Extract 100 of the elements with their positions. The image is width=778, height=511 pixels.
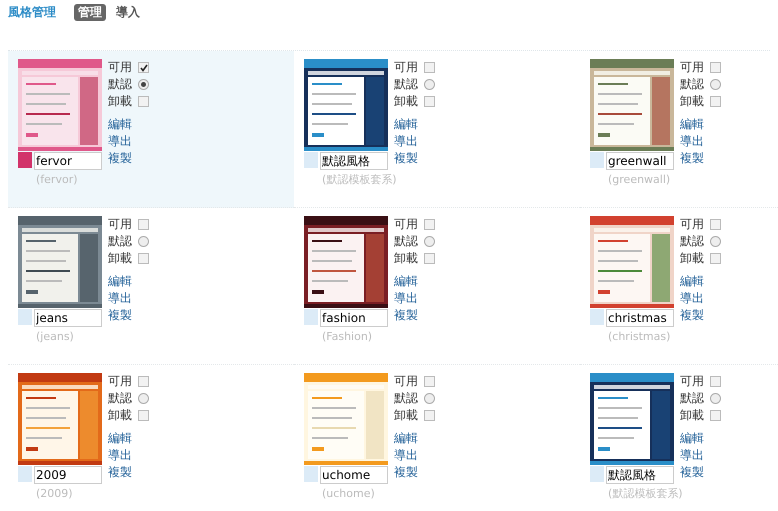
action-link[interactable]: 導出 [680, 447, 721, 464]
option-label: 默認 [394, 76, 418, 93]
action-link[interactable]: 編輯 [680, 430, 721, 447]
option-label: 可用 [680, 216, 704, 233]
action-link[interactable]: 複製 [108, 464, 149, 481]
action-link[interactable]: 編輯 [394, 430, 435, 447]
option-label: 卸載 [680, 250, 704, 267]
style-caption: (fervor) [36, 173, 78, 187]
option-label: 卸載 [108, 93, 132, 110]
action-link[interactable]: 編輯 [108, 273, 149, 290]
name-field[interactable]: christmas [606, 309, 674, 327]
action-link[interactable]: 導出 [394, 290, 435, 307]
checkbox[interactable] [424, 376, 435, 387]
checkbox[interactable] [710, 253, 721, 264]
action-link[interactable]: 導出 [680, 133, 721, 150]
action-link[interactable]: 導出 [108, 447, 149, 464]
name-field[interactable]: 默認風格 [606, 466, 674, 484]
checkbox[interactable] [710, 62, 721, 73]
action-link[interactable]: 編輯 [394, 273, 435, 290]
tab[interactable]: 管理 [74, 4, 106, 20]
option-label: 默認 [394, 233, 418, 250]
radio-button[interactable] [710, 236, 721, 247]
radio-button[interactable] [138, 79, 149, 90]
radio-button[interactable] [710, 79, 721, 90]
checkbox[interactable] [138, 62, 149, 73]
radio-button[interactable] [138, 236, 149, 247]
option-label: 默認 [108, 390, 132, 407]
option-label: 默認 [108, 233, 132, 250]
action-link[interactable]: 複製 [108, 150, 149, 167]
checkbox[interactable] [424, 219, 435, 230]
name-field[interactable]: 默認風格 [320, 152, 388, 170]
checkbox[interactable] [138, 96, 149, 107]
action-link[interactable]: 編輯 [108, 430, 149, 447]
checkbox[interactable] [710, 410, 721, 421]
checkbox[interactable] [424, 62, 435, 73]
option-label: 可用 [394, 373, 418, 390]
option-label: 默認 [680, 390, 704, 407]
option-label: 可用 [680, 59, 704, 76]
option-label: 卸載 [108, 407, 132, 424]
option-label: 卸載 [394, 250, 418, 267]
style-caption: (默認模板套系) [322, 173, 397, 187]
action-link[interactable]: 導出 [108, 133, 149, 150]
radio-button[interactable] [424, 236, 435, 247]
action-link[interactable]: 複製 [680, 150, 721, 167]
action-link[interactable]: 導出 [394, 447, 435, 464]
option-label: 默認 [680, 76, 704, 93]
option-label: 卸載 [108, 250, 132, 267]
radio-button[interactable] [138, 393, 149, 404]
action-link[interactable]: 複製 [394, 307, 435, 324]
checkbox[interactable] [138, 376, 149, 387]
option-label: 卸載 [394, 93, 418, 110]
option-label: 可用 [394, 59, 418, 76]
page-title: 風格管理 [8, 4, 56, 20]
name-field[interactable]: fashion [320, 309, 388, 327]
checkbox[interactable] [138, 219, 149, 230]
checkbox[interactable] [138, 410, 149, 421]
style-caption: (jeans) [36, 330, 74, 344]
action-link[interactable]: 編輯 [680, 116, 721, 133]
name-field[interactable]: uchome [320, 466, 388, 484]
checkbox[interactable] [424, 253, 435, 264]
action-link[interactable]: 導出 [394, 133, 435, 150]
radio-button[interactable] [424, 393, 435, 404]
checkbox[interactable] [710, 96, 721, 107]
option-label: 默認 [680, 233, 704, 250]
name-field[interactable]: 2009 [34, 466, 102, 484]
action-link[interactable]: 導出 [108, 290, 149, 307]
option-label: 默認 [394, 390, 418, 407]
action-link[interactable]: 複製 [680, 307, 721, 324]
name-field[interactable]: fervor [34, 152, 102, 170]
action-link[interactable]: 複製 [108, 307, 149, 324]
style-caption: (christmas) [608, 330, 670, 344]
action-link[interactable]: 複製 [680, 464, 721, 481]
option-label: 可用 [680, 373, 704, 390]
radio-button[interactable] [710, 393, 721, 404]
checkbox[interactable] [138, 253, 149, 264]
option-label: 卸載 [680, 407, 704, 424]
style-caption: (Fashion) [322, 330, 372, 344]
style-caption: (2009) [36, 487, 73, 501]
option-label: 可用 [108, 216, 132, 233]
radio-button[interactable] [424, 79, 435, 90]
checkbox[interactable] [710, 219, 721, 230]
action-link[interactable]: 複製 [394, 150, 435, 167]
option-label: 卸載 [394, 407, 418, 424]
option-label: 可用 [108, 373, 132, 390]
style-caption: (greenwall) [608, 173, 670, 187]
name-field[interactable]: greenwall [606, 152, 674, 170]
checkbox[interactable] [710, 376, 721, 387]
checkbox[interactable] [424, 96, 435, 107]
action-link[interactable]: 複製 [394, 464, 435, 481]
action-link[interactable]: 導出 [680, 290, 721, 307]
option-label: 卸載 [680, 93, 704, 110]
option-label: 可用 [394, 216, 418, 233]
action-link[interactable]: 編輯 [108, 116, 149, 133]
option-label: 可用 [108, 59, 132, 76]
action-link[interactable]: 編輯 [680, 273, 721, 290]
checkbox[interactable] [424, 410, 435, 421]
tab[interactable]: 導入 [112, 4, 144, 20]
name-field[interactable]: jeans [34, 309, 102, 327]
style-caption: (uchome) [322, 487, 375, 501]
action-link[interactable]: 編輯 [394, 116, 435, 133]
